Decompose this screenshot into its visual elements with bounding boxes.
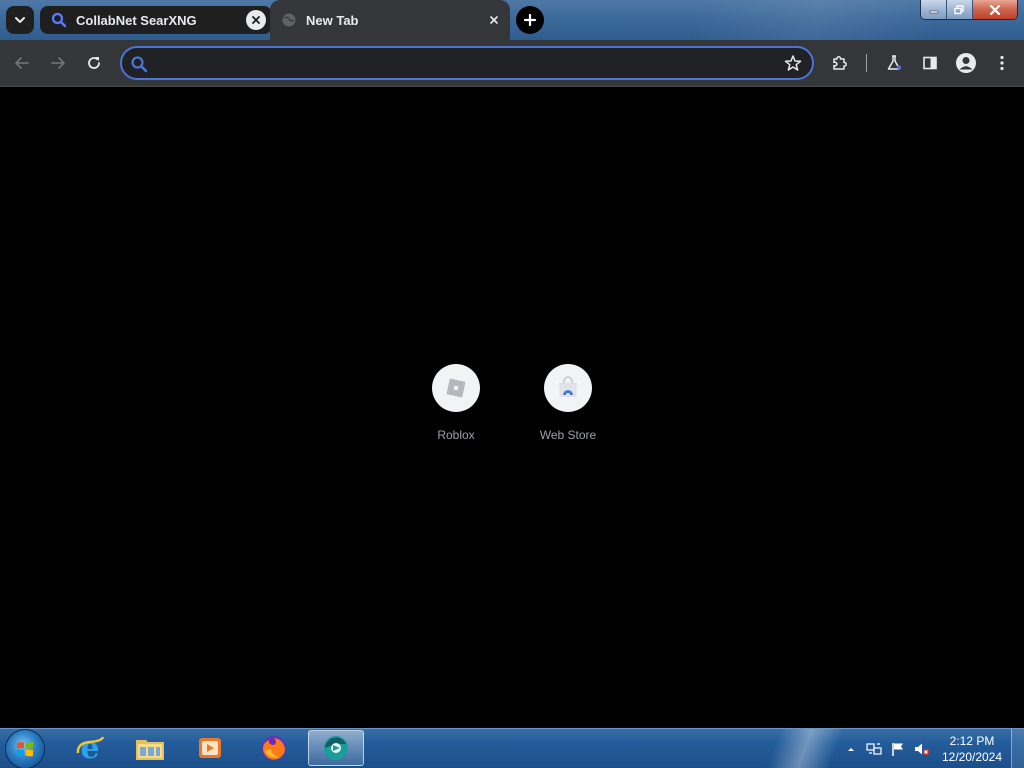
start-button[interactable] [6,730,44,768]
browser-titlebar: CollabNet SearXNG New Tab [0,0,1024,40]
system-clock[interactable]: 2:12 PM 12/20/2024 [930,733,1014,765]
restore-icon [954,4,964,14]
shortcut-tile [432,364,480,412]
network-tray-icon[interactable] [866,741,882,757]
new-tab-page: Roblox Web Store [0,87,1024,728]
taskbar-internet-explorer[interactable]: e [62,730,118,766]
plus-icon [523,13,537,27]
taskbar-firefox[interactable] [246,730,302,766]
clock-time: 2:12 PM [949,734,995,748]
shortcut-label: Roblox [437,428,475,442]
toolbar-divider [866,54,867,72]
globe-icon [280,11,298,29]
profile-button[interactable] [952,49,980,77]
taskbar-media-player[interactable] [182,730,238,766]
volume-muted-icon [915,743,930,756]
close-window-button[interactable] [973,0,1017,19]
address-input[interactable] [154,53,778,75]
reload-icon [88,57,100,69]
show-hidden-icons-button[interactable] [843,741,859,757]
arrow-right-icon [51,57,65,69]
puzzle-icon [833,56,847,70]
chevron-down-icon [15,17,25,23]
taskbar-file-explorer[interactable] [122,730,178,766]
bookmark-star-icon[interactable] [784,54,802,77]
roblox-icon [446,378,466,398]
shortcut-web-store[interactable]: Web Store [512,364,624,454]
action-center-tray-icon[interactable] [890,741,906,757]
labs-button[interactable] [880,49,908,77]
tab-new-tab[interactable]: New Tab [270,0,510,40]
svg-text:e: e [80,733,99,763]
network-icon [866,743,882,755]
minimize-button[interactable] [921,0,947,19]
internet-explorer-icon: e [76,733,105,763]
avatar-icon [956,53,976,73]
close-icon [989,4,1001,15]
clock-date: 12/20/2024 [941,750,1003,764]
arrow-left-icon [15,57,29,69]
file-explorer-icon [136,740,164,760]
close-tab-button[interactable] [484,10,504,30]
chevron-up-icon [848,748,854,751]
volume-tray-icon[interactable] [914,741,930,757]
media-player-icon [199,738,221,758]
back-button[interactable] [8,49,36,77]
close-icon [252,16,260,24]
shortcut-tile [544,364,592,412]
tab-collabnet-searxng[interactable]: CollabNet SearXNG [40,6,272,34]
shortcut-roblox[interactable]: Roblox [400,364,512,454]
new-tab-button[interactable] [516,6,544,34]
forward-button[interactable] [44,49,72,77]
more-vert-icon [1000,55,1004,71]
show-desktop-button[interactable] [1011,729,1024,768]
tab-search-button[interactable] [6,6,34,34]
taskbar-chrome[interactable] [308,730,364,766]
minimize-icon [929,10,938,13]
address-bar[interactable] [120,46,814,80]
windows-taskbar: e 2:12 PM 12/20/2024 [0,728,1024,768]
chrome-app-icon [324,736,348,760]
flask-icon [887,55,902,70]
search-icon [130,55,148,78]
web-store-icon [559,376,577,397]
firefox-icon [262,736,286,760]
windows-logo-icon [17,742,33,757]
extensions-button[interactable] [826,49,854,77]
search-icon [50,11,68,29]
desktop: CollabNet SearXNG New Tab Roblox Web Sto… [0,0,1024,768]
side-panel-icon [923,56,937,70]
side-panel-button[interactable] [916,49,944,77]
close-icon [490,16,498,24]
menu-button[interactable] [988,49,1016,77]
flag-icon [892,743,903,756]
reload-button[interactable] [80,49,108,77]
close-tab-button[interactable] [246,10,266,30]
browser-toolbar [0,40,1024,87]
tab-title: New Tab [306,12,359,28]
restore-button[interactable] [947,0,973,19]
shortcut-label: Web Store [539,428,597,442]
tab-title: CollabNet SearXNG [76,12,197,28]
window-controls [920,0,1018,20]
